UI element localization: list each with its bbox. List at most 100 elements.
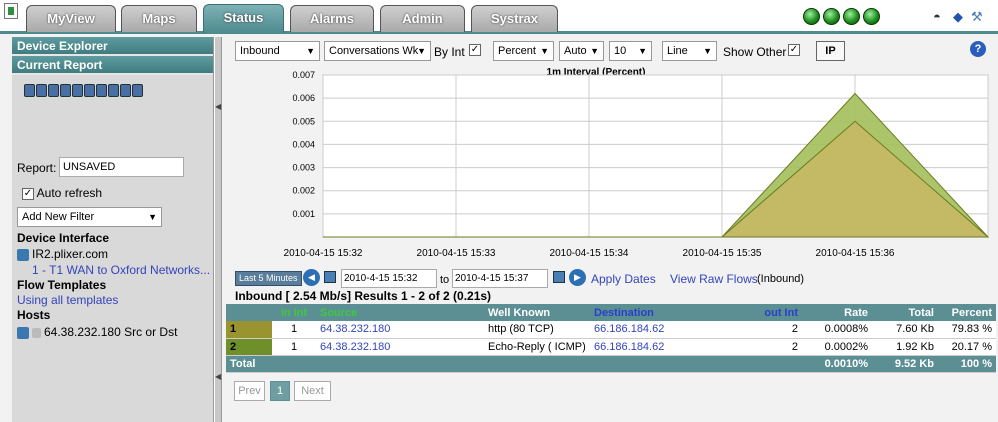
view-raw-flows-link[interactable]: View Raw Flows (670, 272, 758, 286)
save-as-icon[interactable] (48, 84, 59, 97)
tab-status[interactable]: Status (203, 4, 284, 33)
rss-icon[interactable] (108, 84, 119, 97)
info-diamond-icon[interactable]: ◆ (953, 9, 963, 25)
well-known-cell: http (80 TCP) (484, 321, 590, 339)
col-percent[interactable]: Percent (938, 304, 996, 321)
tab-myview[interactable]: MyView (26, 5, 116, 32)
device-interface-heading: Device Interface (17, 231, 110, 245)
auto-refresh-checkbox[interactable]: ✓ (22, 187, 34, 200)
pdf-icon[interactable] (120, 84, 131, 97)
graph-type-select[interactable]: Line ▼ (662, 41, 717, 61)
next-period-icon[interactable]: ▶ (569, 269, 586, 286)
edit-icon[interactable] (24, 84, 35, 97)
chevron-down-icon: ▼ (306, 46, 315, 56)
collapse-arrow-icon[interactable]: ◀ (215, 372, 221, 381)
graph-type-value: Line (667, 45, 688, 57)
destination-cell[interactable]: 66.186.184.62 (590, 338, 740, 356)
calendar-icon[interactable] (324, 271, 336, 283)
report-toolbar: Inbound ▼ Conversations Wk ▼ By Int ✓ Perc… (226, 37, 998, 65)
templates-link[interactable]: Using all templates (17, 293, 118, 307)
y-tick-label: 0.007 (292, 70, 315, 80)
add-filter-select[interactable]: Add New Filter ▼ (17, 207, 162, 227)
prev-page-button[interactable]: Prev (234, 381, 265, 401)
device-entry[interactable]: IR2.plixer.com (17, 247, 108, 261)
sidebar: Device Explorer Current Report Report: U… (12, 37, 214, 422)
chevron-down-icon: ▼ (148, 212, 157, 222)
current-report-header[interactable]: Current Report (12, 56, 213, 75)
x-tick-label: 2010-04-15 15:33 (417, 248, 496, 259)
raw-flows-direction: (Inbound) (757, 273, 805, 285)
table-row[interactable]: 2 1 64.38.232.180 Echo-Reply ( ICMP) 66.… (226, 338, 996, 356)
in-int-cell: 1 (272, 338, 316, 356)
auto-refresh-label: Auto refresh (36, 186, 103, 200)
row-color-cell: 1 (226, 321, 272, 339)
destination-cell[interactable]: 66.186.184.62 (590, 321, 740, 339)
report-label: Report: (17, 161, 57, 175)
calendar-icon[interactable] (553, 271, 565, 283)
tab-admin[interactable]: Admin (380, 5, 465, 32)
source-cell[interactable]: 64.38.232.180 (316, 321, 484, 339)
show-other-checkbox[interactable]: ✓ (788, 44, 800, 56)
status-light-icon[interactable] (803, 8, 820, 25)
count-select[interactable]: 10 ▼ (609, 41, 652, 61)
list-icon[interactable] (96, 84, 107, 97)
direction-select[interactable]: Inbound ▼ (235, 41, 320, 61)
status-light-icon[interactable] (823, 8, 840, 25)
scale-select[interactable]: Auto ▼ (559, 41, 604, 61)
last-5-minutes-button[interactable]: Last 5 Minutes (235, 271, 302, 286)
rate-cell: 0.0008% (802, 321, 872, 339)
tab-maps[interactable]: Maps (121, 5, 197, 32)
report-type-select[interactable]: Conversations Wk ▼ (324, 41, 431, 61)
binoculars-icon[interactable]: ◓ (933, 9, 941, 24)
print-icon[interactable] (72, 84, 83, 97)
rate-cell: 0.0002% (802, 338, 872, 356)
total-cell: 7.60 Kb (872, 321, 938, 339)
end-date-field[interactable]: 2010-4-15 15:37 (452, 269, 548, 288)
total-cell: 1.92 Kb (872, 338, 938, 356)
save-icon[interactable] (36, 84, 47, 97)
host-entry[interactable]: 64.38.232.180 Src or Dst (17, 325, 177, 339)
help-icon[interactable]: ? (970, 41, 986, 57)
ip-button[interactable]: IP (816, 41, 845, 61)
total-label: Total (226, 355, 802, 373)
by-int-checkbox[interactable]: ✓ (469, 44, 481, 56)
document-icon[interactable] (132, 84, 143, 97)
apply-dates-link[interactable]: Apply Dates (591, 272, 656, 286)
previous-period-icon[interactable]: ◀ (303, 269, 320, 286)
out-int-cell: 2 (740, 321, 802, 339)
col-source[interactable]: Source (316, 304, 484, 321)
source-cell[interactable]: 64.38.232.180 (316, 338, 484, 356)
x-tick-label: 2010-04-15 15:36 (816, 248, 895, 259)
device-name: IR2.plixer.com (32, 247, 109, 261)
col-rate[interactable]: Rate (802, 304, 872, 321)
tab-alarms[interactable]: Alarms (290, 5, 374, 32)
clock-icon[interactable] (60, 84, 71, 97)
chevron-down-icon: ▼ (590, 46, 599, 56)
y-tick-label: 0.002 (292, 186, 315, 196)
panel-splitter[interactable]: ◀ ◀ (214, 37, 222, 422)
table-row[interactable]: 1 1 64.38.232.180 http (80 TCP) 66.186.1… (226, 321, 996, 339)
col-destination[interactable]: Destination (590, 304, 740, 321)
tools-icon[interactable]: ⚒ (971, 9, 983, 25)
router-icon (17, 248, 29, 261)
col-total[interactable]: Total (872, 304, 938, 321)
col-in-int[interactable]: in Int (272, 304, 316, 321)
collapse-arrow-icon[interactable]: ◀ (215, 102, 221, 111)
report-name-field[interactable]: UNSAVED (59, 157, 184, 177)
interface-link[interactable]: 1 - T1 WAN to Oxford Networks... (32, 263, 210, 277)
status-light-icon[interactable] (843, 8, 860, 25)
next-page-button[interactable]: Next (294, 381, 331, 401)
col-out-int[interactable]: out Int (740, 304, 802, 321)
auto-refresh-row[interactable]: ✓ Auto refresh (22, 186, 102, 200)
app-logo-icon (4, 3, 18, 19)
device-explorer-header[interactable]: Device Explorer (12, 37, 213, 56)
pin-icon[interactable] (84, 84, 95, 97)
status-light-icon[interactable] (863, 8, 880, 25)
page-1-button[interactable]: 1 (270, 381, 290, 401)
unit-select[interactable]: Percent ▼ (493, 41, 554, 61)
scale-value: Auto (564, 45, 587, 57)
start-date-field[interactable]: 2010-4-15 15:32 (341, 269, 437, 288)
col-well-known[interactable]: Well Known (484, 304, 590, 321)
to-label: to (440, 274, 450, 286)
tab-systrax[interactable]: Systrax (471, 5, 558, 32)
